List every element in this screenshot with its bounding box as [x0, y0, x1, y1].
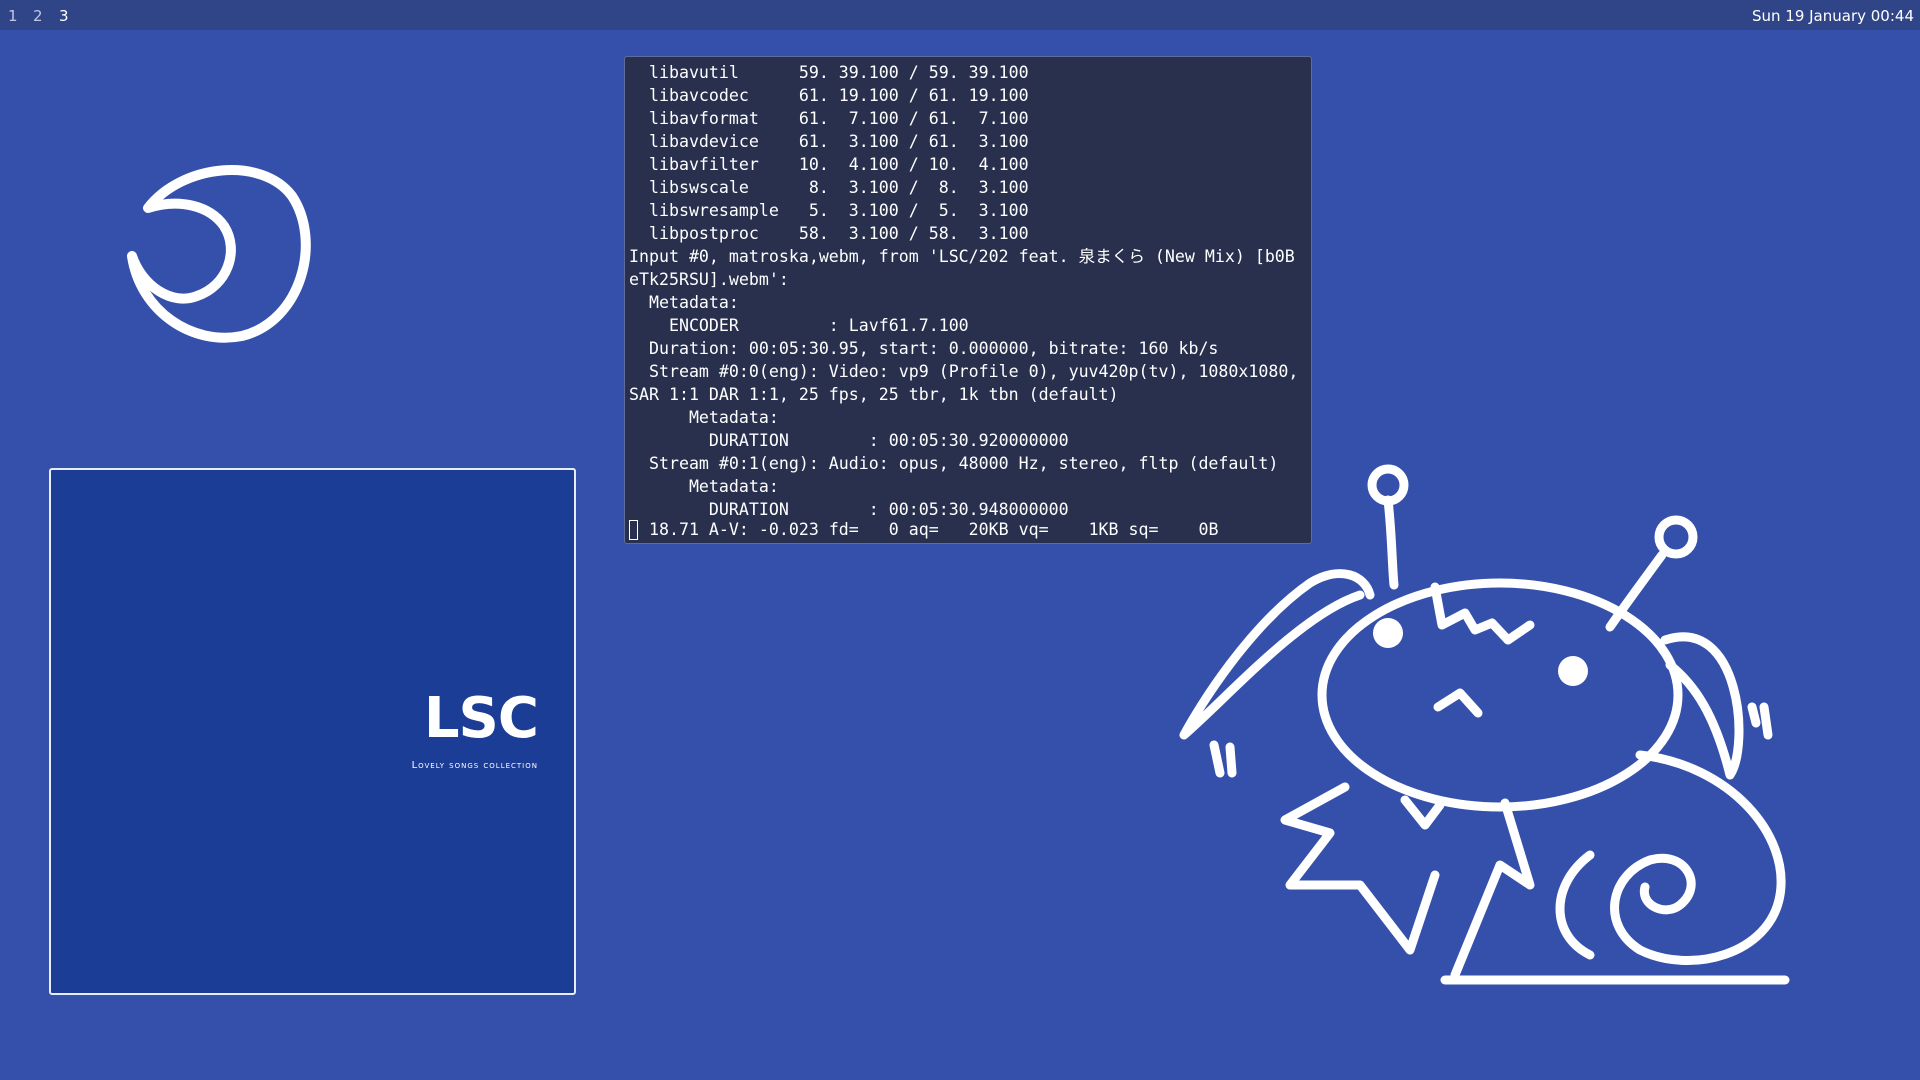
terminal-cursor: [629, 520, 638, 540]
terminal-output: libavutil 59. 39.100 / 59. 39.100 libavc…: [629, 61, 1298, 521]
antenna-right: [1605, 550, 1667, 632]
terminal-line: libavformat 61. 7.100 / 61. 7.100: [629, 109, 1029, 128]
terminal-line: ENCODER : Lavf61.7.100: [629, 316, 969, 335]
album-title: LSC: [423, 686, 539, 751]
clock[interactable]: Sun 19 January 00:44: [1752, 7, 1914, 25]
terminal-line: Metadata:: [629, 293, 739, 312]
left-ear: [1179, 569, 1375, 740]
terminal-line: libavutil 59. 39.100 / 59. 39.100: [629, 63, 1029, 82]
terminal-line: DURATION : 00:05:30.920000000: [629, 431, 1069, 450]
terminal-line: Metadata:: [629, 408, 779, 427]
workspace-2-button[interactable]: 2: [33, 7, 43, 25]
playback-status: 18.71 A-V: -0.023 fd= 0 aq= 20KB vq= 1KB…: [639, 520, 1219, 539]
head-crack: [1430, 582, 1535, 645]
terminal-line: libavdevice 61. 3.100 / 61. 3.100: [629, 132, 1029, 151]
mascot-illustration: [1179, 464, 1790, 985]
terminal-line: libavfilter 10. 4.100 / 10. 4.100: [629, 155, 1029, 174]
mascot-mouth: [1433, 688, 1483, 718]
workspace-1-button[interactable]: 1: [8, 7, 18, 25]
terminal-line: SAR 1:1 DAR 1:1, 25 fps, 25 tbr, 1k tbn …: [629, 385, 1119, 404]
terminal-line: libswscale 8. 3.100 / 8. 3.100: [629, 178, 1029, 197]
terminal-line: Input #0, matroska,webm, from 'LSC/202 f…: [629, 247, 1295, 266]
terminal-line: libpostproc 58. 3.100 / 58. 3.100: [629, 224, 1029, 243]
workspace-3-button[interactable]: 3: [59, 7, 69, 25]
antenna-left: [1383, 495, 1399, 590]
album-art-window[interactable]: LSC Lovely songs collection: [49, 468, 576, 995]
mascot-right-eye: [1558, 656, 1588, 686]
terminal-line: libswresample 5. 3.100 / 5. 3.100: [629, 201, 1029, 220]
terminal-line: Duration: 00:05:30.95, start: 0.000000, …: [629, 339, 1219, 358]
mascot-left-eye: [1373, 618, 1403, 648]
terminal-line: Stream #0:0(eng): Video: vp9 (Profile 0)…: [629, 362, 1299, 381]
terminal-line: libavcodec 61. 19.100 / 61. 19.100: [629, 86, 1029, 105]
mascot-head: [1317, 578, 1683, 812]
album-subtitle: Lovely songs collection: [411, 760, 538, 771]
crescent-moon-icon: [127, 165, 311, 343]
mascot-tail: [1610, 750, 1786, 965]
terminal-line: eTk25RSU].webm':: [629, 270, 789, 289]
top-bar: 1 2 3 Sun 19 January 00:44: [0, 0, 1920, 30]
antenna-right-tip: [1654, 515, 1698, 559]
